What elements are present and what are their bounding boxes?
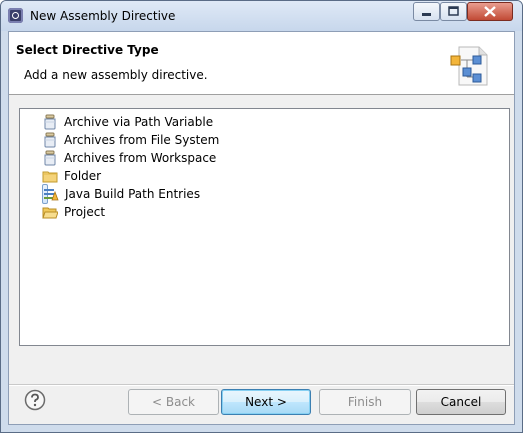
jar-icon	[44, 114, 56, 130]
dialog-window: New Assembly Directive Select Directive …	[0, 0, 523, 433]
tree-item-label: Archives from File System	[64, 133, 220, 147]
folder-icon	[42, 171, 58, 183]
tree-item-label: Project	[64, 205, 106, 219]
project-folder-icon	[42, 207, 58, 219]
tree-item-java-build-path-entries[interactable]: Java Build Path Entries	[42, 184, 200, 204]
wizard-header: Select Directive Type Add a new assembly…	[9, 32, 514, 95]
title-bar[interactable]: New Assembly Directive	[1, 1, 522, 31]
directive-type-tree[interactable]: Archive via Path Variable Archives from …	[19, 108, 510, 346]
button-bar-separator	[9, 384, 514, 386]
tree-item-label: Java Build Path Entries	[65, 187, 201, 201]
minimize-icon	[422, 13, 431, 16]
dialog-client-area: Select Directive Type Add a new assembly…	[8, 31, 515, 425]
cancel-button[interactable]: Cancel	[416, 389, 506, 415]
assembly-wizard-icon	[450, 46, 488, 86]
jar-icon	[44, 132, 56, 148]
next-button[interactable]: Next >	[221, 389, 311, 415]
window-title: New Assembly Directive	[30, 9, 176, 23]
maximize-button[interactable]	[440, 2, 467, 21]
help-icon[interactable]	[24, 389, 46, 411]
eclipse-app-icon	[8, 8, 23, 23]
close-icon	[484, 6, 496, 17]
back-button[interactable]: < Back	[128, 389, 219, 415]
maximize-icon	[448, 6, 459, 16]
finish-button[interactable]: Finish	[319, 389, 411, 415]
tree-item-label: Archive via Path Variable	[64, 115, 214, 129]
tree-item-label: Folder	[64, 169, 102, 183]
jar-icon	[44, 150, 56, 166]
build-path-icon	[44, 189, 59, 201]
page-description: Add a new assembly directive.	[24, 68, 208, 82]
close-button[interactable]	[467, 2, 513, 21]
tree-item-label: Archives from Workspace	[64, 151, 217, 165]
minimize-button[interactable]	[413, 2, 440, 21]
page-title: Select Directive Type	[16, 43, 159, 57]
